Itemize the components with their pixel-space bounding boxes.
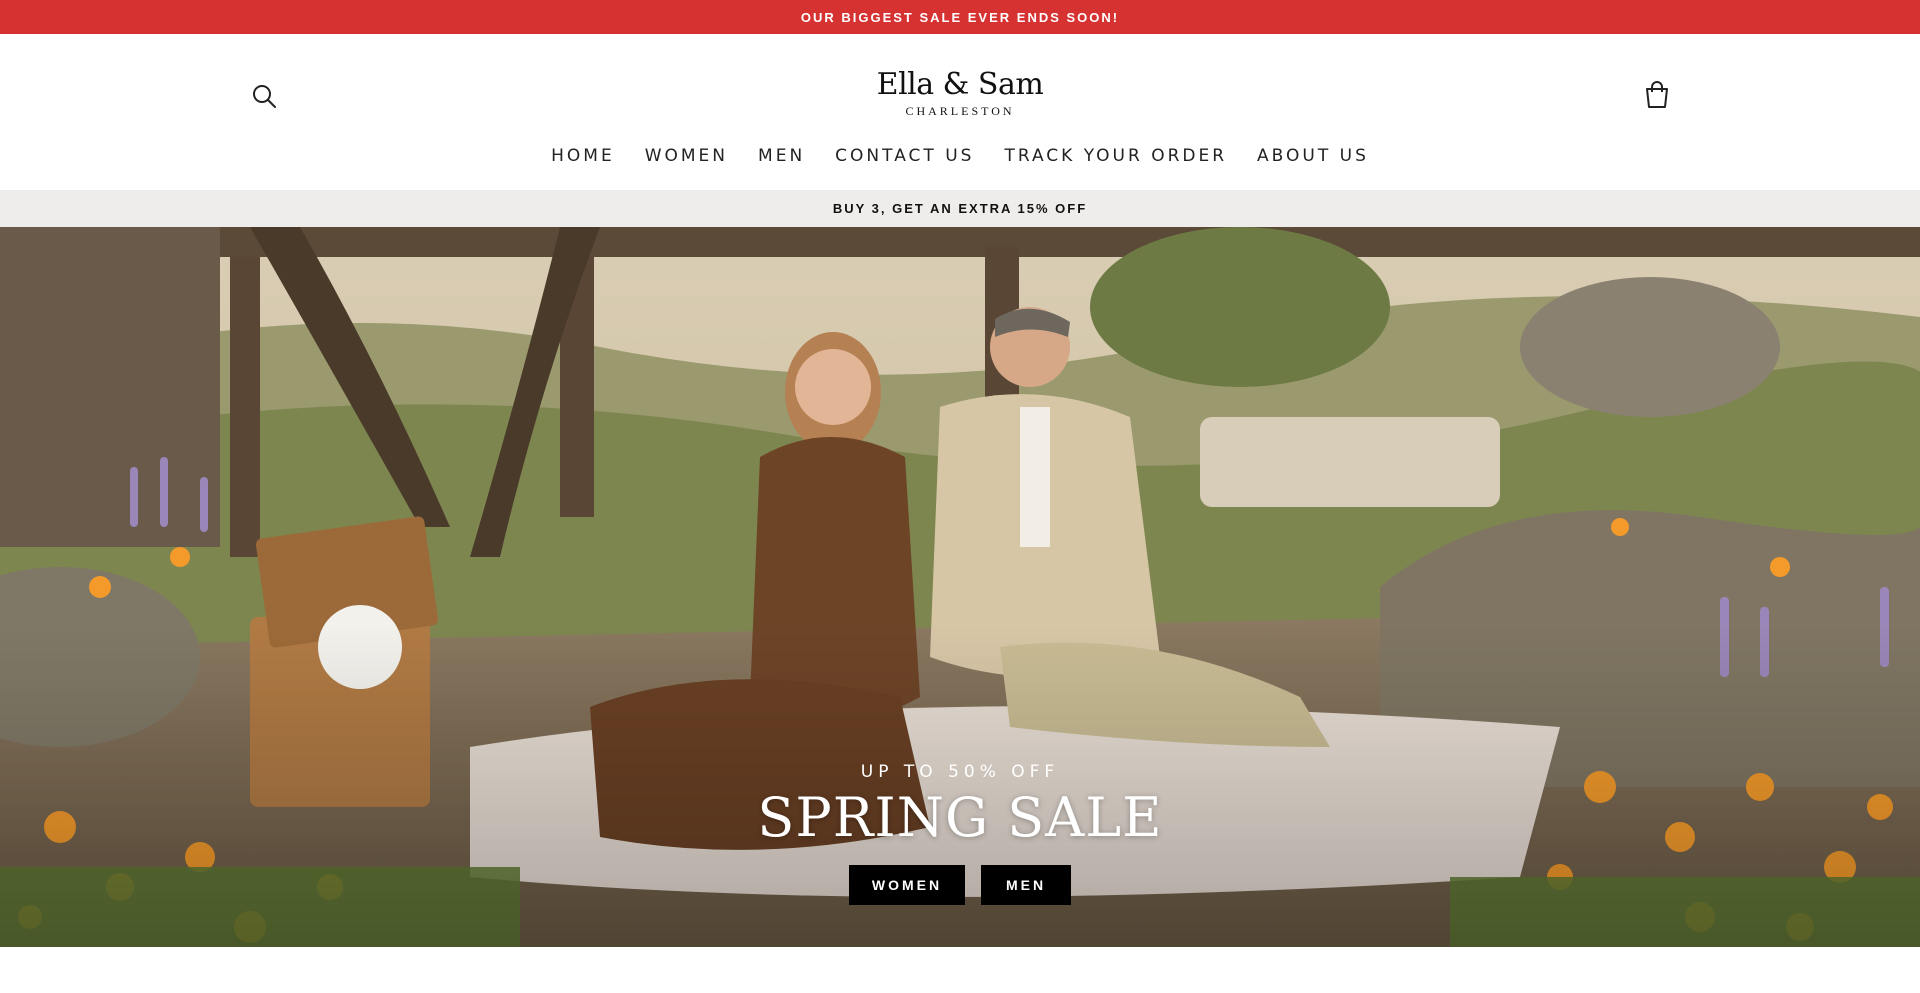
announcement-bar: OUR BIGGEST SALE EVER ENDS SOON! — [0, 0, 1920, 34]
hero-title: SPRING SALE — [757, 786, 1163, 849]
hero-button-group: WOMEN MEN — [0, 865, 1920, 905]
logo-main-text: Ella & Sam — [876, 67, 1044, 102]
nav-men[interactable]: MEN — [758, 142, 805, 170]
promo-bar: BUY 3, GET AN EXTRA 15% OFF — [0, 190, 1920, 227]
main-nav: HOME WOMEN MEN CONTACT US TRACK YOUR ORD… — [0, 142, 1920, 170]
nav-home[interactable]: HOME — [551, 142, 615, 170]
hero-banner[interactable]: UP TO 50% OFF SPRING SALE WOMEN MEN — [0, 227, 1920, 947]
promo-text: BUY 3, GET AN EXTRA 15% OFF — [832, 201, 1088, 216]
brand-logo[interactable]: Ella & Sam CHARLESTON — [860, 68, 1060, 119]
search-icon — [253, 85, 276, 108]
nav-contact-us[interactable]: CONTACT US — [835, 142, 974, 170]
search-button[interactable] — [250, 82, 278, 110]
hero-text-block: UP TO 50% OFF SPRING SALE — [0, 762, 1920, 849]
shop-men-button[interactable]: MEN — [981, 865, 1071, 905]
nav-about-us[interactable]: ABOUT US — [1257, 142, 1369, 170]
cart-button[interactable] — [1643, 80, 1671, 110]
nav-women[interactable]: WOMEN — [645, 142, 728, 170]
logo-sub-text: CHARLESTON — [905, 104, 1015, 118]
nav-track-order[interactable]: TRACK YOUR ORDER — [1004, 142, 1227, 170]
shopping-bag-icon — [1646, 81, 1668, 108]
site-header: Ella & Sam CHARLESTON HOME WOMEN MEN CON… — [0, 34, 1920, 190]
shop-women-button[interactable]: WOMEN — [849, 865, 965, 905]
hero-kicker: UP TO 50% OFF — [860, 762, 1060, 782]
announcement-text: OUR BIGGEST SALE EVER ENDS SOON! — [800, 9, 1120, 25]
page-body-start — [0, 947, 1920, 993]
